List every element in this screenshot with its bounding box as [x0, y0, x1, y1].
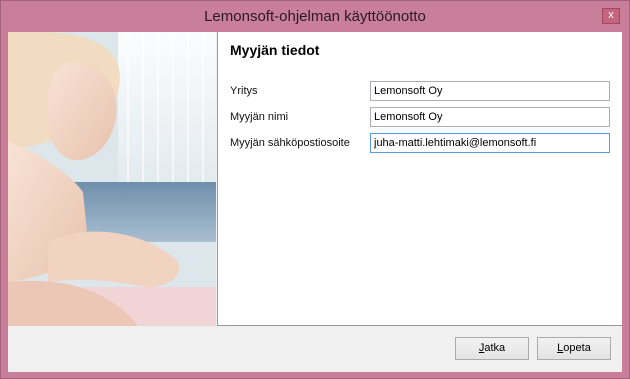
side-photo	[8, 32, 216, 326]
company-label: Yritys	[230, 85, 258, 97]
next-button[interactable]: Jatka	[455, 337, 529, 360]
next-button-label: atka	[484, 342, 506, 354]
quit-button-label: opeta	[563, 342, 591, 354]
title-bar[interactable]: Lemonsoft-ohjelman käyttöönotto x	[1, 1, 629, 32]
section-title: Myyjän tiedot	[230, 42, 320, 58]
seller-email-input[interactable]	[370, 133, 610, 153]
seller-email-label: Myyjän sähköpostiosoite	[230, 137, 350, 149]
close-button[interactable]: x	[602, 8, 620, 24]
seller-name-label: Myyjän nimi	[230, 111, 289, 123]
seller-name-input[interactable]	[370, 107, 610, 127]
company-input[interactable]	[370, 81, 610, 101]
seller-info-panel: Myyjän tiedot Yritys Myyjän nimi Myyjän …	[217, 32, 622, 326]
quit-button[interactable]: Lopeta	[537, 337, 611, 360]
window-title: Lemonsoft-ohjelman käyttöönotto	[204, 8, 426, 25]
setup-wizard-window: Lemonsoft-ohjelman käyttöönotto x Myyjän…	[0, 0, 630, 379]
woman-portrait-image	[8, 32, 216, 326]
close-icon: x	[608, 9, 614, 21]
wizard-body: Myyjän tiedot Yritys Myyjän nimi Myyjän …	[8, 32, 622, 372]
